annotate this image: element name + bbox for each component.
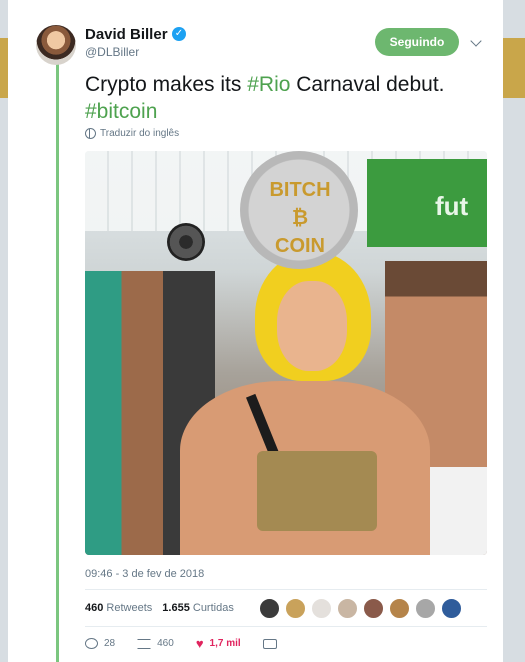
engagement-stats: 460 Retweets 1.655 Curtidas: [85, 602, 234, 614]
liker-avatar[interactable]: [363, 598, 384, 619]
liker-avatar[interactable]: [389, 598, 410, 619]
reply-icon: [85, 638, 98, 649]
photo-face: [277, 281, 347, 371]
chevron-down-icon[interactable]: [470, 35, 482, 47]
thread-line: [56, 58, 59, 662]
like-button[interactable]: ♥ 1,7 mil: [195, 635, 241, 651]
tweet-photo[interactable]: fut BITCH ₿ COIN: [85, 151, 487, 555]
globe-icon: [85, 128, 96, 139]
timestamp[interactable]: 09:46 - 3 de fev de 2018: [85, 568, 204, 580]
background-strip-left: [0, 0, 8, 662]
tweet-text: Crypto makes its #Rio Carnaval debut. #b…: [85, 71, 485, 125]
liker-avatar[interactable]: [441, 598, 462, 619]
hashtag-rio[interactable]: #Rio: [247, 73, 290, 96]
background-accent-left: [0, 38, 8, 98]
retweet-button[interactable]: 460: [137, 638, 174, 649]
divider: [85, 589, 487, 590]
likes-label: Curtidas: [192, 602, 234, 614]
divider: [85, 626, 487, 627]
user-handle[interactable]: @DLBiller: [85, 45, 139, 59]
background-strip-right: [503, 0, 525, 662]
liker-avatars: [259, 598, 462, 619]
tweet-card: David Biller ✓ @DLBiller Seguindo Crypto…: [8, 0, 503, 662]
translate-link[interactable]: Traduzir do inglês: [85, 128, 179, 139]
hashtag-bitcoin[interactable]: #bitcoin: [85, 100, 157, 123]
heart-icon: ♥: [195, 635, 204, 651]
user-name[interactable]: David Biller: [85, 26, 168, 43]
like-count: 1,7 mil: [209, 638, 241, 649]
photo-fan: [167, 223, 205, 261]
tweet-actions: 28 460 ♥ 1,7 mil: [85, 635, 299, 651]
likes-stat[interactable]: 1.655 Curtidas: [162, 602, 234, 614]
coin-text-line-2: COIN: [275, 235, 325, 257]
tweet-text-part: Carnaval debut.: [290, 73, 445, 96]
liker-avatar[interactable]: [285, 598, 306, 619]
direct-message-button[interactable]: [262, 638, 277, 649]
photo-banner-text: fut: [435, 191, 469, 221]
verified-icon: ✓: [172, 27, 186, 41]
retweets-count: 460: [85, 602, 104, 614]
translate-label: Traduzir do inglês: [100, 128, 180, 139]
liker-avatar[interactable]: [337, 598, 358, 619]
retweets-stat[interactable]: 460 Retweets: [85, 602, 152, 614]
retweet-count: 460: [157, 638, 174, 649]
reply-button[interactable]: 28: [85, 638, 115, 649]
background-accent-right: [503, 38, 525, 98]
reply-count: 28: [104, 638, 116, 649]
liker-avatar[interactable]: [415, 598, 436, 619]
photo-gold-top: [257, 451, 377, 531]
avatar[interactable]: [36, 25, 76, 65]
photo-banner: [367, 159, 487, 247]
following-button[interactable]: Seguindo: [375, 28, 459, 56]
coin-text-line-1: BITCH: [269, 179, 331, 201]
coin-text-symbol: ₿: [291, 207, 309, 229]
mail-icon: [262, 638, 277, 649]
retweet-icon: [137, 638, 152, 649]
likes-count: 1.655: [162, 602, 190, 614]
photo-coin-text: BITCH ₿ COIN: [265, 176, 335, 260]
liker-avatar[interactable]: [259, 598, 280, 619]
retweets-label: Retweets: [106, 602, 153, 614]
tweet-text-part: Crypto makes its: [85, 73, 248, 96]
liker-avatar[interactable]: [311, 598, 332, 619]
